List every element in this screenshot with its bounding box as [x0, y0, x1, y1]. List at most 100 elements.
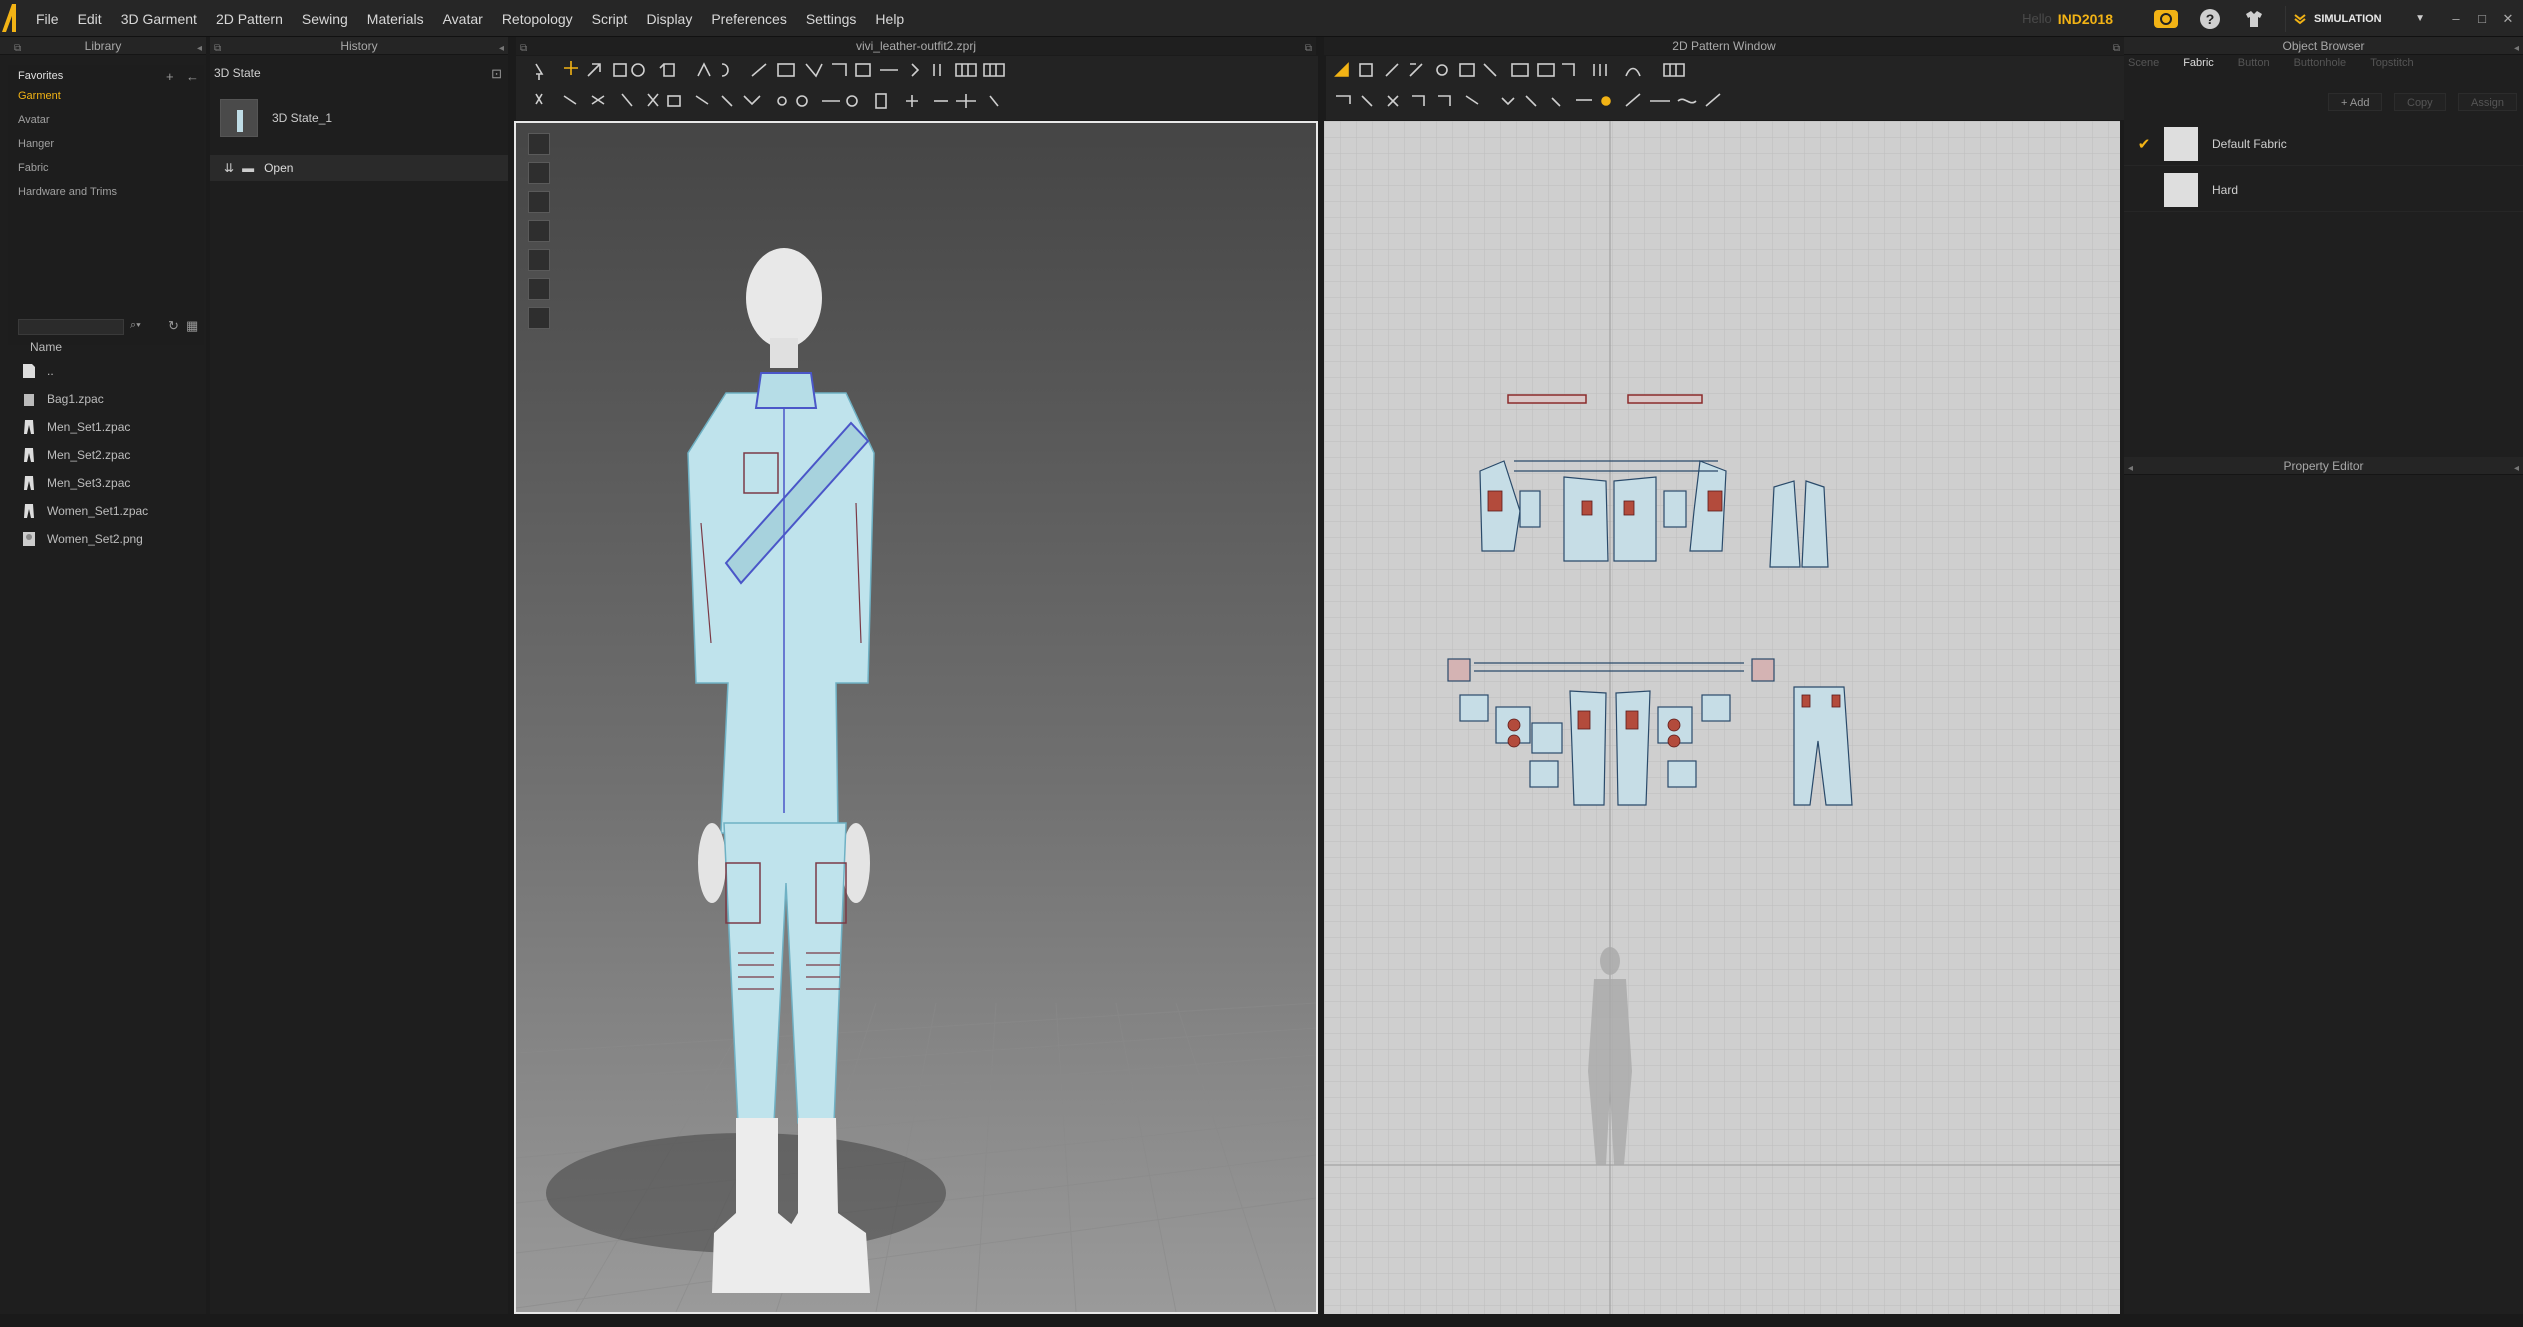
state-thumbnail [220, 99, 258, 137]
2d-tool-icons[interactable] [1326, 56, 2124, 120]
copy-fabric-button[interactable]: Copy [2394, 93, 2446, 111]
close-button[interactable]: ✕ [2497, 11, 2519, 27]
collapse-icon[interactable]: ◂ [197, 40, 202, 58]
file-row[interactable]: Men_Set2.zpac [22, 445, 130, 465]
file-row[interactable]: .. [22, 361, 54, 381]
snapshot-icon[interactable]: ⊡ [491, 66, 502, 82]
fabric-swatch [2164, 172, 2198, 207]
favorite-garment[interactable]: Garment [18, 90, 61, 102]
menu-preferences[interactable]: Preferences [711, 11, 786, 27]
simulation-mode-dropdown[interactable]: SIMULATION ▼ [2285, 5, 2425, 32]
tab-button[interactable]: Button [2238, 57, 2270, 73]
file-row[interactable]: Bag1.zpac [22, 389, 104, 409]
collapse-icon[interactable]: ◂ [2514, 40, 2519, 58]
favorites-title: Favorites [18, 70, 64, 82]
refresh-icon[interactable]: ↻ [168, 318, 179, 334]
fabric-item[interactable]: ✔ Default Fabric [2124, 122, 2523, 166]
file-name: Bag1.zpac [47, 392, 104, 406]
menu-settings[interactable]: Settings [806, 11, 857, 27]
property-editor-panel: ◂ Property Editor ◂ [2124, 457, 2523, 1314]
collapse-icon[interactable]: ◂ [499, 40, 504, 58]
state-name: 3D State_1 [272, 111, 333, 125]
menu-avatar[interactable]: Avatar [443, 11, 483, 27]
file-name: .. [47, 364, 54, 378]
history-panel: ⧉ History ◂ 3D State ⊡ 3D State_1 ⇊ ▬ Op… [210, 37, 508, 1314]
fabric-swatch [2164, 126, 2198, 161]
cloud-sync-icon[interactable] [2153, 6, 2179, 32]
undock-icon[interactable]: ⧉ [214, 40, 221, 58]
object-browser-header: Object Browser ◂ [2124, 37, 2523, 55]
3d-scene[interactable] [516, 123, 1316, 1312]
menu-retopology[interactable]: Retopology [502, 11, 573, 27]
menu-2d-pattern[interactable]: 2D Pattern [216, 11, 283, 27]
bag-icon [24, 394, 34, 406]
collapse-icon[interactable]: ◂ [2514, 460, 2519, 478]
3d-tool-icons[interactable] [516, 56, 1318, 120]
maximize-button[interactable]: □ [2471, 11, 2493, 26]
add-favorite-icon[interactable]: + [166, 69, 174, 84]
open-label: Open [264, 161, 294, 175]
help-icon[interactable]: ? [2197, 6, 2223, 32]
minimize-button[interactable]: – [2445, 11, 2467, 26]
library-header: ⧉ Library ◂ [0, 37, 206, 55]
garment-icon [24, 504, 34, 518]
add-fabric-button[interactable]: + Add [2328, 93, 2383, 111]
texture-display-icon[interactable] [528, 249, 550, 271]
menu-edit[interactable]: Edit [78, 11, 102, 27]
menu-file[interactable]: File [36, 11, 59, 27]
avatar-display-icon[interactable] [528, 191, 550, 213]
favorite-avatar[interactable]: Avatar [18, 114, 50, 126]
fabric-item[interactable]: Hard [2124, 168, 2523, 212]
grid-view-icon[interactable]: ▦ [186, 318, 198, 334]
undock-icon[interactable]: ⧉ [14, 40, 21, 58]
name-column-header[interactable]: Name [30, 340, 62, 354]
file-row[interactable]: Men_Set3.zpac [22, 473, 130, 493]
3d-window-title: vivi_leather-outfit2.zprj ⧉ ⧉ [516, 37, 1316, 55]
garment-manager-icon[interactable] [2241, 6, 2267, 32]
user-greeting: Hello [2022, 11, 2052, 26]
folder-up-icon [23, 364, 35, 378]
3d-garment-viewport[interactable] [514, 121, 1318, 1314]
menu-3d-garment[interactable]: 3D Garment [121, 11, 197, 27]
view-home-icon[interactable] [528, 133, 550, 155]
object-browser-tabs: Scene Fabric Button Buttonhole Topstitch [2128, 57, 2438, 73]
library-search-input[interactable] [18, 319, 124, 335]
menu-sewing[interactable]: Sewing [302, 11, 348, 27]
tab-topstitch[interactable]: Topstitch [2370, 57, 2413, 73]
garment-icon [24, 476, 34, 490]
favorite-hardware-and-trims[interactable]: Hardware and Trims [18, 186, 117, 198]
app-logo-icon [2, 4, 16, 32]
file-row[interactable]: Men_Set1.zpac [22, 417, 130, 437]
2d-window-label: 2D Pattern Window [1672, 39, 1776, 53]
menu-help[interactable]: Help [875, 11, 904, 27]
expand-icon[interactable]: ◂ [2128, 460, 2133, 478]
search-icon[interactable]: ⌕▾ [130, 319, 141, 332]
user-name[interactable]: IND2018 [2058, 11, 2113, 27]
view-rotate-icon[interactable] [528, 162, 550, 184]
file-row[interactable]: Women_Set1.zpac [22, 501, 148, 521]
simulation-label: SIMULATION [2314, 12, 2382, 25]
favorite-fabric[interactable]: Fabric [18, 162, 49, 174]
avatar-toggle-icon[interactable] [528, 278, 550, 300]
image-icon [23, 532, 35, 546]
menu-materials[interactable]: Materials [367, 11, 424, 27]
3d-toolbar [516, 56, 1318, 120]
garment-display-icon[interactable] [528, 220, 550, 242]
environment-icon[interactable] [528, 307, 550, 329]
property-editor-header: ◂ Property Editor ◂ [2124, 457, 2523, 475]
2d-pattern-drawing[interactable] [1324, 121, 2120, 1314]
tab-scene[interactable]: Scene [2128, 57, 2159, 73]
remove-favorite-icon[interactable]: ← [186, 69, 199, 84]
history-open-item[interactable]: ⇊ ▬ Open [210, 155, 508, 181]
favorite-hanger[interactable]: Hanger [18, 138, 54, 150]
file-name: Women_Set1.zpac [47, 504, 149, 518]
tab-fabric[interactable]: Fabric [2183, 57, 2214, 73]
file-row[interactable]: Women_Set2.png [22, 529, 143, 549]
menu-script[interactable]: Script [592, 11, 628, 27]
assign-fabric-button[interactable]: Assign [2458, 93, 2518, 111]
history-state-item[interactable]: 3D State_1 [220, 97, 510, 139]
menu-display[interactable]: Display [646, 11, 692, 27]
2d-pattern-canvas[interactable] [1324, 121, 2120, 1314]
garment-icon [24, 420, 34, 434]
tab-buttonhole[interactable]: Buttonhole [2294, 57, 2347, 73]
